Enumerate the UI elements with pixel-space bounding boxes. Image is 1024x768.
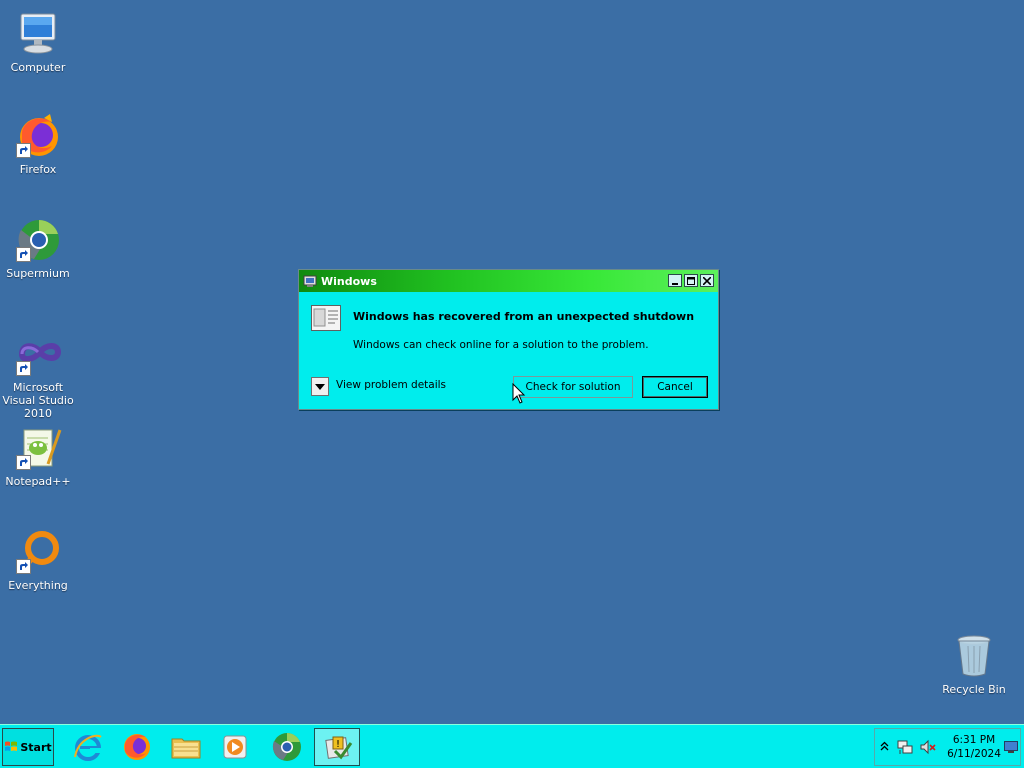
supermium-icon [14, 216, 62, 264]
notepadpp-icon [14, 424, 62, 472]
dialog-heading: Windows has recovered from an unexpected… [353, 310, 695, 323]
system-tray: 6:31 PM 6/11/2024 [874, 728, 1021, 766]
dialog-titlebar[interactable]: Windows [299, 270, 718, 292]
desktop-icon-label: Recycle Bin [942, 683, 1006, 696]
close-icon [703, 276, 711, 285]
show-hidden-icons-button[interactable] [880, 740, 889, 755]
desktop-icon-label: Computer [10, 61, 66, 74]
clock[interactable]: 6:31 PM 6/11/2024 [945, 733, 1003, 761]
dialog-title: Windows [321, 274, 377, 288]
shutdown-info-icon [311, 305, 341, 331]
folder-icon [171, 738, 201, 759]
volume-muted-icon[interactable] [920, 739, 936, 758]
media-player-icon [223, 735, 247, 759]
maximize-button[interactable] [684, 274, 698, 287]
recycle-bin-icon [950, 632, 998, 680]
computer-icon [14, 10, 62, 58]
desktop-icon-everything[interactable]: Everything [0, 528, 78, 592]
taskbar-media-player[interactable] [214, 728, 256, 766]
desktop-icon-supermium[interactable]: Supermium [0, 216, 78, 280]
chevron-up-icon [880, 741, 889, 751]
supermium-icon [272, 733, 301, 761]
dialog-message: Windows can check online for a solution … [353, 339, 649, 351]
taskbar: Start ! 6:31 PM 6/11/2024 [0, 724, 1024, 768]
windows-logo-icon [5, 741, 18, 751]
shortcut-arrow-icon [16, 361, 31, 376]
desktop-icon-visual-studio[interactable]: Microsoft Visual Studio 2010 [0, 330, 78, 420]
cancel-button[interactable]: Cancel [642, 376, 708, 398]
minimize-icon [672, 282, 678, 285]
clock-time: 6:31 PM [952, 734, 996, 746]
internet-explorer-icon [74, 734, 102, 761]
action-center-flag-icon: ! [325, 736, 353, 760]
desktop-icon-label: Everything [8, 579, 68, 592]
network-icon[interactable] [897, 739, 913, 758]
taskbar-supermium[interactable] [266, 728, 308, 766]
desktop-icon-label: Firefox [19, 163, 57, 176]
desktop-icon-label: Supermium [6, 267, 70, 280]
desktop-icon-firefox[interactable]: Firefox [0, 112, 78, 176]
desktop-icon-notepadpp[interactable]: Notepad++ [0, 424, 78, 488]
check-for-solution-button[interactable]: Check for solution [513, 376, 633, 398]
taskbar-active-window[interactable]: ! [314, 728, 360, 766]
start-label: Start [20, 740, 52, 754]
desktop-icon-label: Microsoft Visual Studio 2010 [2, 381, 74, 420]
taskbar-firefox[interactable] [116, 728, 158, 766]
view-details-label[interactable]: View problem details [336, 379, 446, 391]
windows-app-icon [303, 274, 317, 288]
visual-studio-icon [14, 330, 62, 378]
view-details-toggle[interactable] [311, 377, 329, 396]
shortcut-arrow-icon [16, 559, 31, 574]
shortcut-arrow-icon [16, 455, 31, 470]
firefox-icon [124, 734, 150, 760]
minimize-button[interactable] [668, 274, 682, 287]
maximize-icon [687, 276, 695, 285]
error-dialog: Windows Windows has recovered from an un… [298, 269, 719, 410]
desktop-icon-label: Notepad++ [5, 475, 71, 488]
clock-date: 6/11/2024 [947, 748, 1001, 760]
svg-text:!: ! [336, 739, 340, 750]
taskbar-internet-explorer[interactable] [67, 728, 109, 766]
firefox-icon [14, 112, 62, 160]
chevron-down-icon [315, 383, 325, 390]
desktop-icon-recycle-bin[interactable]: Recycle Bin [934, 632, 1014, 696]
shortcut-arrow-icon [16, 247, 31, 262]
mouse-pointer-icon [512, 382, 526, 408]
desktop-icon-computer[interactable]: Computer [0, 10, 78, 74]
close-button[interactable] [700, 274, 714, 287]
shortcut-arrow-icon [16, 143, 31, 158]
everything-icon [14, 528, 62, 576]
start-button[interactable]: Start [2, 728, 54, 766]
taskbar-file-explorer[interactable] [165, 728, 207, 766]
show-desktop-icon[interactable] [1004, 741, 1018, 756]
